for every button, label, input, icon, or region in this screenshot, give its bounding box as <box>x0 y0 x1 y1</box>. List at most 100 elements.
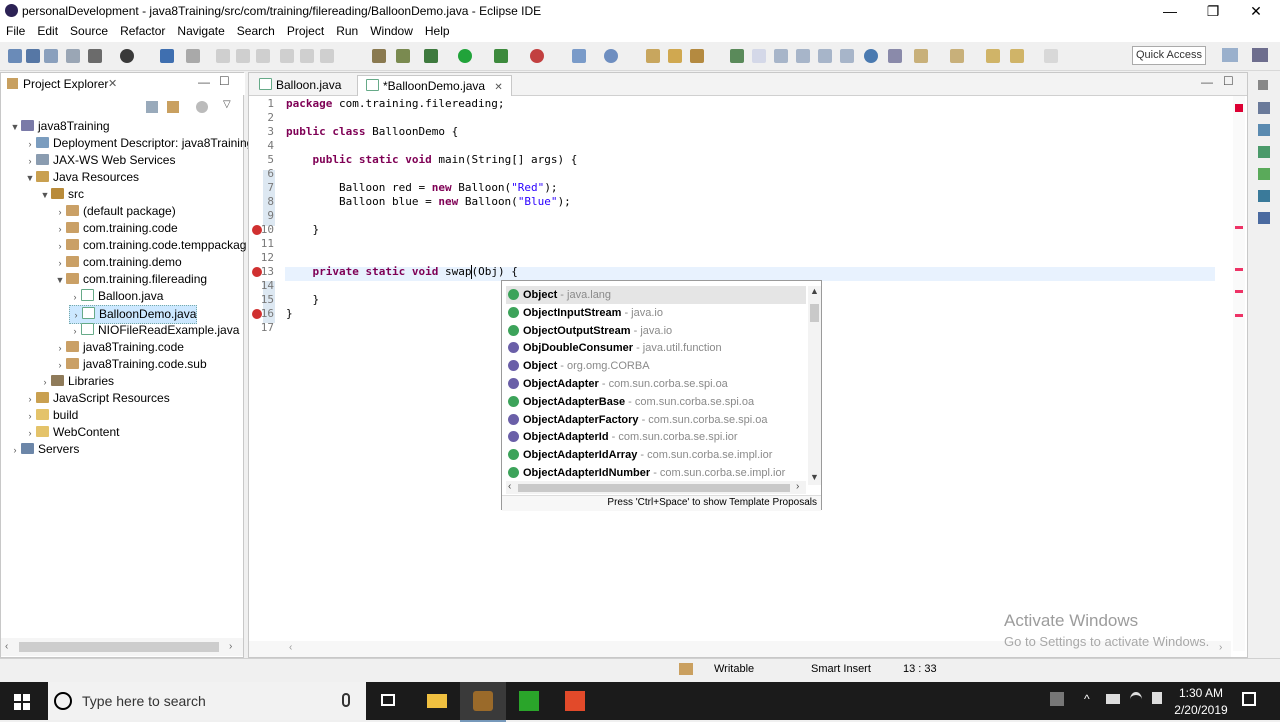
expanded-twisty-icon[interactable]: ▼ <box>39 187 51 204</box>
wifi-icon[interactable] <box>1130 692 1142 707</box>
scroll-left-icon[interactable]: ‹ <box>289 642 292 653</box>
show-hidden-icons-icon[interactable]: ^ <box>1084 692 1090 706</box>
collapsed-twisty-icon[interactable]: › <box>24 408 36 425</box>
windows-start-icon[interactable] <box>14 694 30 710</box>
scrollbar-thumb[interactable] <box>810 304 819 322</box>
camtasia-button[interactable] <box>506 682 552 720</box>
menu-project[interactable]: Project <box>281 22 330 40</box>
menu-help[interactable]: Help <box>419 22 456 40</box>
external-tools-icon[interactable] <box>372 49 386 63</box>
step-over-icon[interactable] <box>300 49 314 63</box>
collapsed-twisty-icon[interactable]: › <box>24 153 36 170</box>
pilcrow-icon[interactable] <box>840 49 854 63</box>
tab-balloon-java[interactable]: Balloon.java <box>251 75 349 95</box>
horizontal-scrollbar[interactable]: ‹ › <box>1 638 243 656</box>
proposal-item[interactable]: ObjectAdapterBase - com.sun.corba.se.spi… <box>506 393 806 411</box>
show-whitespace-icon[interactable] <box>818 49 832 63</box>
volume-icon[interactable] <box>1152 692 1162 704</box>
tree-item[interactable]: › java8Training.code <box>54 339 184 356</box>
camtasia-recorder-button[interactable] <box>552 682 598 720</box>
tree-item[interactable]: › com.training.demo <box>54 254 182 271</box>
menu-edit[interactable]: Edit <box>31 22 64 40</box>
new-icon[interactable] <box>8 49 22 63</box>
menu-refactor[interactable]: Refactor <box>114 22 171 40</box>
expanded-twisty-icon[interactable]: ▼ <box>9 119 21 136</box>
proposal-item[interactable]: ObjectAdapterFactory - com.sun.corba.se.… <box>506 411 806 429</box>
perspective-icon[interactable] <box>120 49 134 63</box>
scroll-right-icon[interactable]: › <box>229 641 232 652</box>
tree-item[interactable]: ▼ Java Resources <box>24 169 140 186</box>
code-line[interactable]: Balloon red = new Balloon("Red"); <box>286 181 558 195</box>
proposal-horizontal-scrollbar[interactable]: ‹ › <box>506 481 806 494</box>
new-java-project-icon[interactable] <box>572 49 586 63</box>
resume-icon[interactable] <box>216 49 230 63</box>
file-explorer-button[interactable] <box>414 682 460 720</box>
collapsed-twisty-icon[interactable]: › <box>54 340 66 357</box>
java-ee-perspective-icon[interactable] <box>1252 48 1268 62</box>
quick-access-field[interactable]: Quick Access <box>1132 46 1206 65</box>
server-icon[interactable] <box>160 49 174 63</box>
minimize-button[interactable]: — <box>1148 0 1192 22</box>
tree-item[interactable]: ▼ src <box>39 186 84 203</box>
minimize-editor-icon[interactable]: — <box>1201 75 1213 89</box>
open-task-icon[interactable] <box>668 49 682 63</box>
web-browser-icon[interactable] <box>864 49 878 63</box>
tree-item[interactable]: › NIOFileReadExample.java <box>69 322 239 339</box>
minimize-view-icon[interactable]: — <box>198 75 210 89</box>
clock-time[interactable]: 1:30 AM <box>1176 686 1226 700</box>
proposal-item[interactable]: ObjectAdapter - com.sun.corba.se.spi.oa <box>506 375 806 393</box>
collapse-all-icon[interactable] <box>146 101 158 113</box>
skip-breakpoints-icon[interactable] <box>186 49 200 63</box>
view-menu-icon[interactable]: ▽ <box>223 99 231 110</box>
battery-icon[interactable] <box>1106 694 1120 704</box>
scrollbar-thumb[interactable] <box>518 484 790 492</box>
back-icon[interactable] <box>1010 49 1024 63</box>
error-marker[interactable] <box>1235 314 1243 317</box>
tree-item[interactable]: › Servers <box>9 441 80 459</box>
suspend-icon[interactable] <box>236 49 250 63</box>
collapsed-twisty-icon[interactable]: › <box>54 204 66 221</box>
error-marker[interactable] <box>1235 268 1243 271</box>
eclipse-taskbar-button[interactable] <box>460 682 506 722</box>
collapsed-twisty-icon[interactable]: › <box>54 238 66 255</box>
coverage-icon[interactable] <box>494 49 508 63</box>
tree-item[interactable]: ▼ com.training.filereading <box>54 271 208 289</box>
scroll-up-icon[interactable]: ▲ <box>810 286 819 296</box>
annotation-icon[interactable] <box>888 49 902 63</box>
word-wrap-icon[interactable] <box>796 49 810 63</box>
menu-file[interactable]: File <box>0 22 31 40</box>
collapsed-twisty-icon[interactable]: › <box>24 136 36 153</box>
save-icon[interactable] <box>26 49 40 63</box>
toggle-highlight-icon[interactable] <box>752 49 766 63</box>
insert-mode-status[interactable]: Smart Insert <box>811 663 871 675</box>
close-window-button[interactable]: ✕ <box>1234 0 1278 22</box>
collapsed-twisty-icon[interactable]: › <box>54 221 66 238</box>
new-class-icon[interactable] <box>604 49 618 63</box>
servers-view-icon[interactable] <box>1258 168 1270 180</box>
proposal-item[interactable]: ObjectAdapterIdArray - com.sun.corba.se.… <box>506 446 806 464</box>
error-marker[interactable] <box>1235 290 1243 293</box>
restore-button[interactable]: ❐ <box>1191 0 1235 22</box>
scroll-left-icon[interactable]: ‹ <box>5 641 8 652</box>
filters-icon[interactable] <box>196 101 208 113</box>
code-line[interactable]: public class BalloonDemo { <box>286 125 458 139</box>
collapsed-twisty-icon[interactable]: › <box>54 357 66 374</box>
expanded-twisty-icon[interactable]: ▼ <box>54 272 66 289</box>
menu-navigate[interactable]: Navigate <box>171 22 230 40</box>
tree-item[interactable]: ▼ java8Training <box>9 118 110 135</box>
collapsed-twisty-icon[interactable]: › <box>9 442 21 459</box>
toggle-block-icon[interactable] <box>774 49 788 63</box>
tree-item[interactable]: › com.training.code.temppackag <box>54 237 247 255</box>
run-last-tool-icon[interactable] <box>530 49 544 63</box>
scroll-right-icon[interactable]: › <box>1219 642 1222 653</box>
last-edit-location-icon[interactable] <box>986 49 1000 63</box>
microphone-icon[interactable] <box>342 693 350 707</box>
collapsed-twisty-icon[interactable]: › <box>69 289 81 306</box>
error-marker[interactable] <box>1235 226 1243 229</box>
action-center-icon[interactable] <box>1242 692 1256 706</box>
tree-item[interactable]: › (default package) <box>54 203 176 220</box>
proposal-item[interactable]: ObjectOutputStream - java.io <box>506 322 806 340</box>
console-view-icon[interactable] <box>1258 212 1270 224</box>
next-annotation-icon[interactable] <box>914 49 928 63</box>
open-perspective-icon[interactable] <box>1222 48 1238 62</box>
